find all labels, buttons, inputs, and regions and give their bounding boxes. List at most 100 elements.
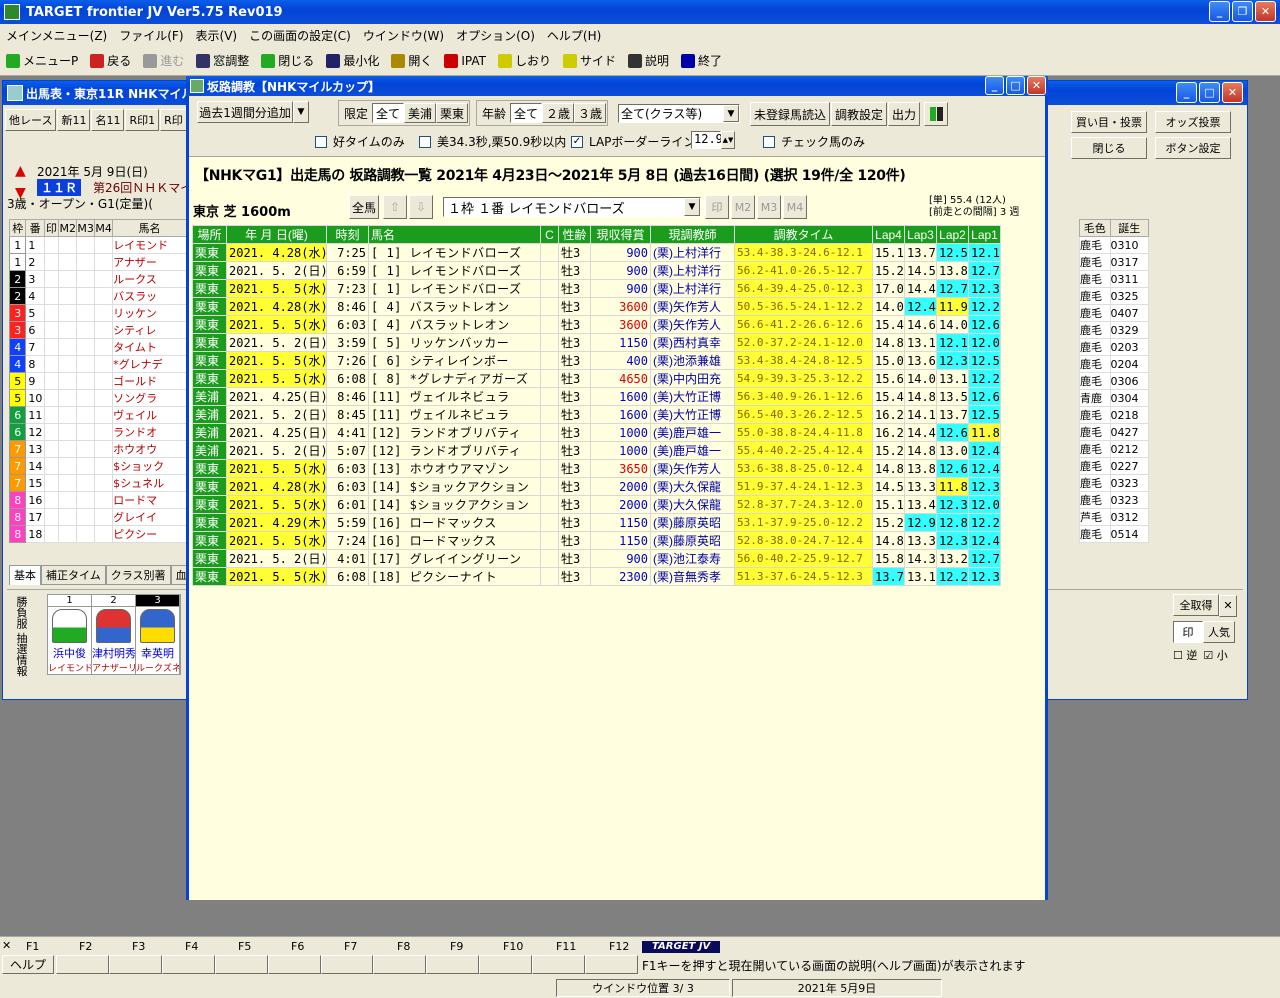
mark-cell[interactable] xyxy=(58,406,78,424)
mark-button[interactable]: M3 xyxy=(757,195,781,219)
function-key-button[interactable] xyxy=(214,955,268,974)
bg-tab[interactable]: 基本 xyxy=(9,565,41,585)
horse-name[interactable]: ランドオ xyxy=(112,423,187,441)
check-cell[interactable] xyxy=(540,405,559,424)
mark-cell[interactable] xyxy=(58,321,78,339)
mark-cell[interactable] xyxy=(43,355,60,373)
column-header[interactable]: 番 xyxy=(25,219,45,237)
minimize-icon[interactable]: _ xyxy=(985,76,1004,95)
entry-row[interactable]: 1 1 レイモンド xyxy=(8,236,187,254)
horse-name-cell[interactable]: [ 5] リッケンバッカー xyxy=(368,333,541,352)
mark-cell[interactable] xyxy=(94,508,114,526)
age-option[interactable]: ３歳 xyxy=(574,103,607,123)
check-cell[interactable] xyxy=(540,243,559,262)
mark-cell[interactable] xyxy=(94,440,114,458)
mark-cell[interactable] xyxy=(76,236,96,254)
menu-item[interactable]: ファイル(F) xyxy=(113,27,189,44)
horse-name-cell[interactable]: [17] グレイイングリーン xyxy=(368,549,541,568)
mark-cell[interactable] xyxy=(76,491,96,509)
function-key-button[interactable] xyxy=(426,955,480,974)
minimize-icon[interactable]: _ xyxy=(1176,82,1197,103)
maximize-icon[interactable]: □ xyxy=(1006,76,1025,95)
training-row[interactable]: 栗東 2021. 5. 5(水) 7:23[ 1] レイモンドバローズ 牡3 900 (栗… xyxy=(192,279,1001,298)
menu-item[interactable]: メインメニュー(Z) xyxy=(0,27,113,44)
mark-cell[interactable] xyxy=(76,389,96,407)
dialog-button[interactable]: 調教設定 xyxy=(831,102,888,126)
horse-name-cell[interactable]: [ 4] バスラットレオン xyxy=(368,315,541,334)
race-nav-button[interactable]: 新11 xyxy=(57,109,91,131)
check-cell[interactable] xyxy=(540,351,559,370)
entry-row[interactable]: 2 4 バスラッ xyxy=(8,287,187,305)
function-key-button[interactable] xyxy=(108,955,162,974)
horse-name[interactable]: ヴェイル xyxy=(112,406,187,424)
training-row[interactable]: 栗東 2021. 5. 5(水) 6:01 [14] $ショックアクション 牡3 2000… xyxy=(192,495,1001,514)
function-key-button[interactable] xyxy=(532,955,586,974)
checkbox-box[interactable] xyxy=(419,135,431,148)
entry-row[interactable]: 3 5 リッケン xyxy=(8,304,187,322)
small-checkbox[interactable]: ☑ 小 xyxy=(1203,647,1227,663)
function-key-button[interactable] xyxy=(479,955,533,974)
check-cell[interactable] xyxy=(540,459,559,478)
horse-name[interactable]: シティレ xyxy=(112,321,187,339)
horse-name-cell[interactable]: [11] ヴェイルネビュラ xyxy=(368,405,541,424)
age-option[interactable]: ２歳 xyxy=(542,103,575,123)
silks-card[interactable]: 3 幸英明 ルークズネ xyxy=(136,595,180,674)
mark-cell[interactable] xyxy=(94,389,114,407)
horse-name[interactable]: アナザー xyxy=(112,253,187,271)
horse-name-cell[interactable]: [12] ランドオブリバティ xyxy=(368,423,541,442)
horse-name[interactable]: レイモンド xyxy=(112,236,187,254)
silks-card[interactable]: 2 津村明秀 アナザーリ xyxy=(92,595,136,674)
limit-option[interactable]: 栗東 xyxy=(436,103,469,123)
race-nav-button[interactable]: 名11 xyxy=(91,109,125,131)
mark-cell[interactable] xyxy=(94,355,114,373)
side-button[interactable]: 買い目・投票 xyxy=(1071,111,1147,133)
mark-cell[interactable] xyxy=(94,423,114,441)
mark-cell[interactable] xyxy=(58,491,78,509)
filter-checkbox[interactable]: 好タイムのみ xyxy=(315,133,405,150)
training-row[interactable]: 栗東 2021. 4.28(水) 6:03 [14] $ショックアクション 牡3 2000… xyxy=(192,477,1001,496)
mark-cell[interactable] xyxy=(76,304,96,322)
training-row[interactable]: 栗東 2021. 5. 5(水) 6:03[ 4] バスラットレオン 牡3 3600 (栗… xyxy=(192,315,1001,334)
minimize-icon[interactable]: _ xyxy=(1209,1,1230,22)
toolbar-button[interactable]: 戻る xyxy=(84,52,137,69)
column-header[interactable]: M3 xyxy=(76,219,96,237)
toolbar-button[interactable]: 開く xyxy=(385,52,438,69)
mark-cell[interactable] xyxy=(94,372,114,390)
column-header[interactable]: 性齢 xyxy=(558,225,591,244)
mark-cell[interactable] xyxy=(58,508,78,526)
horse-name[interactable]: タイムト xyxy=(112,338,187,356)
menu-item[interactable]: この画面の設定(C) xyxy=(243,27,357,44)
column-header[interactable]: 毛色 xyxy=(1079,219,1111,237)
check-cell[interactable] xyxy=(540,315,559,334)
mark-cell[interactable] xyxy=(94,525,114,543)
check-cell[interactable] xyxy=(540,441,559,460)
mark-cell[interactable] xyxy=(76,508,96,526)
check-cell[interactable] xyxy=(540,531,559,550)
bg-tab[interactable]: 補正タイム xyxy=(41,565,106,585)
checkbox-box[interactable] xyxy=(763,135,775,148)
column-header[interactable]: 馬名 xyxy=(368,225,541,244)
horse-name[interactable]: ホウオウ xyxy=(112,440,187,458)
training-row[interactable]: 美浦 2021. 5. 2(日) 8:45 [11] ヴェイルネビュラ 牡3 1600 (美… xyxy=(192,405,1001,424)
mark-cell[interactable] xyxy=(76,270,96,288)
mark-cell[interactable] xyxy=(94,287,114,305)
training-row[interactable]: 栗東 2021. 5. 5(水) 7:26[ 6] シティレインボー 牡3 400 (栗)… xyxy=(192,351,1001,370)
close-icon[interactable]: ✕ xyxy=(1219,594,1237,617)
training-row[interactable]: 栗東 2021. 4.28(水) 7:25[ 1] レイモンドバローズ 牡3 900 (栗… xyxy=(192,243,1001,262)
mark-cell[interactable] xyxy=(43,457,60,475)
horse-name-cell[interactable]: [ 6] シティレインボー xyxy=(368,351,541,370)
maximize-icon[interactable]: □ xyxy=(1199,82,1220,103)
lap-border-input[interactable]: 12.9 xyxy=(691,131,723,149)
horse-name[interactable]: ルークス xyxy=(112,270,187,288)
column-header[interactable]: 誕生 xyxy=(1109,219,1150,237)
mark-cell[interactable] xyxy=(43,236,60,254)
check-cell[interactable] xyxy=(540,297,559,316)
mark-cell[interactable] xyxy=(94,304,114,322)
column-header[interactable]: Lap3 xyxy=(904,225,937,244)
training-row[interactable]: 栗東 2021. 5. 2(日) 3:59[ 5] リッケンバッカー 牡3 1150 (栗… xyxy=(192,333,1001,352)
side-button[interactable]: オッズ投票 xyxy=(1155,111,1231,133)
function-key-button[interactable] xyxy=(585,955,638,974)
training-row[interactable]: 栗東 2021. 5. 5(水) 7:24 [16] ロードマックス 牡3 1150 (栗)… xyxy=(192,531,1001,550)
entry-row[interactable]: 4 8 *グレナデ xyxy=(8,355,187,373)
toolbar-button[interactable]: 窓調整 xyxy=(190,52,255,69)
